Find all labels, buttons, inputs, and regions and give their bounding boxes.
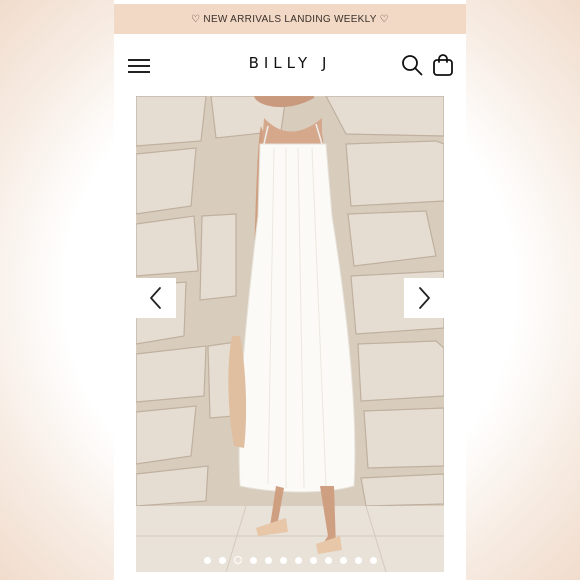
announcement-text: ♡ NEW ARRIVALS LANDING WEEKLY ♡	[191, 13, 389, 25]
pagination-dot[interactable]	[218, 556, 226, 564]
pagination-dot[interactable]	[249, 556, 257, 564]
product-image-gallery[interactable]	[136, 96, 444, 572]
shopping-bag-icon[interactable]	[432, 53, 454, 77]
mobile-page: ♡ NEW ARRIVALS LANDING WEEKLY ♡ BILLY J	[114, 0, 466, 580]
pagination-dot[interactable]	[294, 556, 302, 564]
pagination-dot[interactable]	[279, 556, 287, 564]
chevron-right-icon	[419, 287, 430, 309]
pagination-dot[interactable]	[203, 556, 211, 564]
announcement-bar[interactable]: ♡ NEW ARRIVALS LANDING WEEKLY ♡	[114, 4, 466, 34]
product-photo	[136, 96, 444, 572]
pagination-dot[interactable]	[233, 556, 242, 564]
search-icon[interactable]	[401, 54, 423, 76]
pagination-dot[interactable]	[324, 556, 332, 564]
site-header: BILLY J	[114, 34, 466, 96]
previous-image-button[interactable]	[136, 278, 176, 318]
pagination-dot[interactable]	[354, 556, 362, 564]
gallery-pagination	[136, 556, 444, 564]
pagination-dot[interactable]	[309, 556, 317, 564]
pagination-dot[interactable]	[264, 556, 272, 564]
next-image-button[interactable]	[404, 278, 444, 318]
chevron-left-icon	[150, 287, 161, 309]
pagination-dot[interactable]	[339, 556, 347, 564]
pagination-dot[interactable]	[369, 556, 377, 564]
